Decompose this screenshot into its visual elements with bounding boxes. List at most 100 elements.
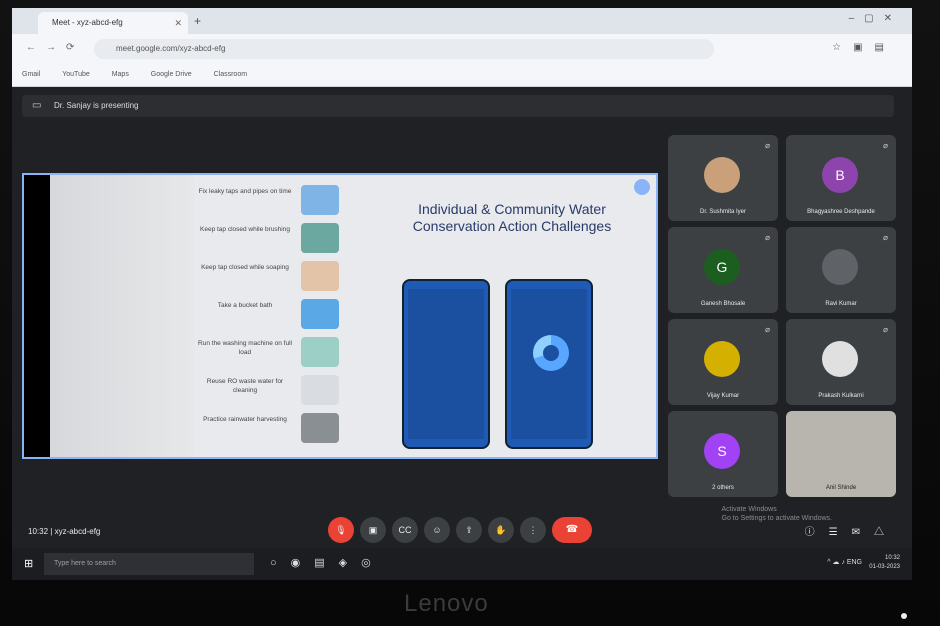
meeting-code: xyz-abcd-efg (54, 527, 101, 536)
avatar (822, 341, 858, 377)
emoji-button[interactable]: ☺ (424, 517, 450, 543)
avatar: S (704, 433, 740, 469)
nav-buttons[interactable]: ←→⟳ (26, 42, 84, 53)
participant-tile[interactable]: ⌀ Dr. Sushmita Iyer (668, 135, 778, 221)
captions-button[interactable]: CC (392, 517, 418, 543)
action-text: Fix leaky taps and pipes on time (198, 188, 292, 195)
action-text: Take a bucket bath (217, 302, 273, 309)
bucket-icon (301, 299, 339, 329)
time-text: 10:32 (28, 527, 49, 536)
url-input[interactable]: meet.google.com/xyz-abcd-efg (94, 39, 714, 59)
rain-icon (301, 413, 339, 443)
taskbar: ⊞ Type here to search ○◉▤◈◎ ^ ☁ ♪ ENG 10… (12, 548, 912, 580)
mic-off-icon: ⌀ (765, 325, 770, 334)
list-item: Run the washing machine on full load (195, 335, 355, 373)
extension-icons[interactable]: ☆▣▤ (832, 42, 896, 53)
participant-name: Dr. Sushmita Iyer (699, 209, 746, 215)
bookmark-item[interactable]: Google Drive (151, 71, 192, 78)
camera-toggle-button[interactable]: ▣ (360, 517, 386, 543)
mic-off-icon: ⌀ (883, 325, 888, 334)
avatar (822, 249, 858, 285)
avatar (704, 157, 740, 193)
participant-tile[interactable]: ⌀ Ravi Kumar (786, 227, 896, 313)
participant-tile[interactable]: S 2 others (668, 411, 778, 497)
participant-tile[interactable]: ⌀ G Ganesh Bhosale (668, 227, 778, 313)
bookmark-item[interactable]: Gmail (22, 71, 40, 78)
side-panel-controls[interactable]: ⓘ☰✉△ (805, 523, 898, 538)
action-text: Reuse RO waste water for cleaning (206, 378, 284, 394)
watermark-line: Go to Settings to activate Windows. (721, 515, 833, 522)
power-led-icon (901, 613, 907, 619)
action-text: Practice rainwater harvesting (203, 416, 287, 423)
phone-mockup (505, 279, 593, 449)
bookmark-item[interactable]: Maps (112, 71, 129, 78)
participant-name: Vijay Kumar (706, 393, 740, 399)
list-item: Reuse RO waste water for cleaning (195, 373, 355, 411)
water-icon (301, 375, 339, 405)
action-text: Run the washing machine on full load (198, 340, 292, 356)
taskbar-search-input[interactable]: Type here to search (44, 553, 254, 575)
more-options-button[interactable]: ⋮ (520, 517, 546, 543)
bookmark-item[interactable]: Classroom (214, 71, 247, 78)
list-item: Fix leaky taps and pipes on time (195, 183, 355, 221)
system-tray[interactable]: ^ ☁ ♪ ENG (827, 558, 862, 566)
watermark-line: Activate Windows (721, 506, 777, 513)
mic-off-icon: ⌀ (883, 141, 888, 150)
address-bar-row: ←→⟳ meet.google.com/xyz-abcd-efg ☆▣▤ (12, 34, 912, 64)
washing-machine-icon (301, 337, 339, 367)
tab-title: Meet - xyz-abcd-efg (52, 18, 123, 27)
self-video-tile[interactable]: Anil Shinde (786, 411, 896, 497)
list-item: Keep tap closed while soaping (195, 259, 355, 297)
participant-tile[interactable]: ⌀ B Bhagyashree Deshpande (786, 135, 896, 221)
phone-screen (511, 289, 587, 439)
close-tab-icon[interactable]: ✕ (174, 12, 182, 34)
toothbrush-icon (301, 223, 339, 253)
present-button[interactable]: ⇪ (456, 517, 482, 543)
monitor-logo: Lenovo (404, 590, 489, 617)
mic-off-icon: ⌀ (883, 233, 888, 242)
present-icon: ▭ (32, 100, 42, 111)
participant-name: Ganesh Bhosale (700, 301, 746, 307)
phone-screen (408, 289, 484, 439)
participant-name: Anil Shinde (825, 485, 857, 491)
taskbar-clock[interactable]: 10:32 01-03-2023 (869, 554, 900, 572)
clock-date: 01-03-2023 (869, 564, 900, 570)
end-call-button[interactable]: ☎ (552, 517, 592, 543)
action-text: Keep tap closed while brushing (200, 226, 290, 233)
list-item: Keep tap closed while brushing (195, 221, 355, 259)
window-controls[interactable]: –▢✕ (849, 13, 902, 24)
phone-mockup (402, 279, 490, 449)
participant-name: Prakash Kulkarni (818, 393, 864, 399)
activate-windows-watermark: Activate Windows Go to Settings to activ… (722, 505, 833, 523)
bookmark-item[interactable]: YouTube (62, 71, 90, 78)
presentation-stage[interactable]: Fix leaky taps and pipes on time Keep ta… (22, 173, 658, 459)
presenting-text: Dr. Sanjay is presenting (54, 101, 139, 110)
taskbar-app-icons[interactable]: ○◉▤◈◎ (270, 556, 385, 569)
bookmarks-bar: Gmail YouTube Maps Google Drive Classroo… (12, 64, 912, 87)
tab-bar: Meet - xyz-abcd-efg ✕ + –▢✕ (12, 8, 912, 34)
avatar: G (704, 249, 740, 285)
clock-time: 10:32 (884, 555, 900, 561)
screen: Meet - xyz-abcd-efg ✕ + –▢✕ ←→⟳ meet.goo… (12, 8, 912, 580)
meet-area: ▭ Dr. Sanjay is presenting Fix leaky tap… (12, 87, 912, 580)
windows-start-icon[interactable]: ⊞ (24, 557, 33, 570)
tap-icon (301, 185, 339, 215)
monitor-bezel: Meet - xyz-abcd-efg ✕ + –▢✕ ←→⟳ meet.goo… (0, 0, 940, 626)
avatar (704, 341, 740, 377)
mic-off-icon: ⌀ (765, 233, 770, 242)
list-item: Take a bucket bath (195, 297, 355, 335)
raise-hand-button[interactable]: ✋ (488, 517, 514, 543)
participant-name: Bhagyashree Deshpande (807, 209, 875, 215)
slide-left-panel (50, 175, 195, 457)
black-strip (24, 175, 50, 457)
participant-tile[interactable]: ⌀ Vijay Kumar (668, 319, 778, 405)
participant-tile[interactable]: ⌀ Prakash Kulkarni (786, 319, 896, 405)
list-item: Practice rainwater harvesting (195, 411, 355, 449)
tab-meet[interactable]: Meet - xyz-abcd-efg ✕ (38, 12, 188, 34)
new-tab-icon[interactable]: + (194, 14, 201, 28)
avatar: B (822, 157, 858, 193)
participant-name: 2 others (712, 485, 734, 491)
presenter-icon (634, 179, 650, 195)
mic-toggle-button[interactable]: 🎙 (328, 517, 354, 543)
action-text: Keep tap closed while soaping (201, 264, 289, 271)
